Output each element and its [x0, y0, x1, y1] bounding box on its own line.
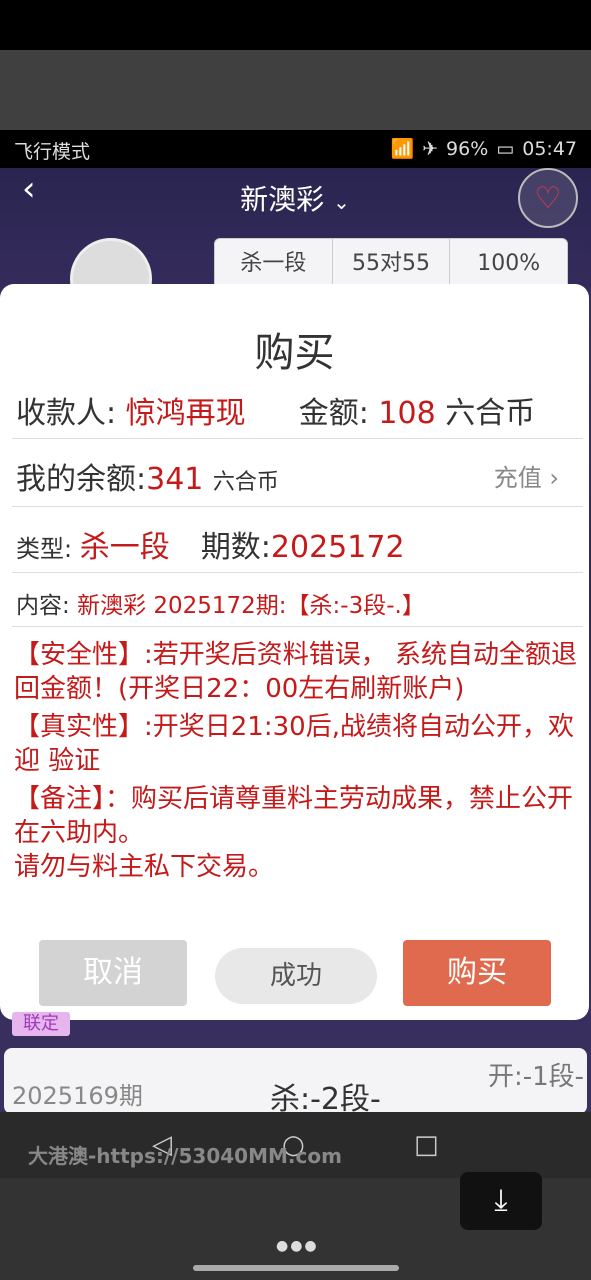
top-grey-band: [0, 50, 591, 130]
list-period: 2025169期: [12, 1082, 143, 1110]
dialog-title: 购买: [254, 330, 335, 376]
status-right: 📶 ✈ 96% ▭ 05:47: [390, 137, 577, 161]
period-value: 2025172: [270, 530, 405, 565]
page-indicator-dots: ●●●: [276, 1238, 319, 1254]
success-button[interactable]: 成功: [215, 948, 377, 1004]
app-title[interactable]: 新澳彩 ⌄: [190, 178, 400, 218]
divider: [12, 438, 583, 439]
notice-authenticity: 【真实性】:开奖日21:30后,战绩将自动公开，欢迎 验证: [14, 712, 574, 776]
battery-icon: ▭: [496, 137, 515, 160]
notice-safety: 【安全性】:若开奖后资料错误， 系统自动全额退回金额！(开奖日22：00左右刷新…: [14, 640, 578, 704]
amount-value: 108: [378, 396, 436, 431]
stat-item: 55对55: [333, 239, 451, 289]
divider: [12, 626, 583, 627]
heart-icon[interactable]: ♡: [518, 168, 578, 228]
buy-button[interactable]: 购买: [403, 940, 551, 1006]
top-black-bar: [0, 0, 591, 50]
list-item[interactable]: 2025169期 杀:-2段- 开:-1段-: [4, 1048, 587, 1114]
nav-recents-icon[interactable]: □: [414, 1130, 439, 1160]
battery-percent: 96%: [446, 137, 489, 160]
cancel-button[interactable]: 取消: [39, 940, 187, 1006]
content-value: 新澳彩 2025172期:【杀:-3段-.】: [77, 593, 425, 619]
type-label: 类型:: [16, 535, 80, 563]
notice-remark: 【备注】：购买后请尊重料主劳动成果，禁止公开在六助内。 请勿与料主私下交易。: [14, 784, 574, 882]
stats-bar: 杀一段 55对55 100%: [214, 238, 568, 290]
status-badge: 联定: [12, 1012, 70, 1036]
list-kill: 杀:-2段-: [270, 1082, 381, 1114]
airplane-mode-label: 飞行模式: [14, 141, 91, 163]
chevron-down-icon: ⌄: [333, 190, 350, 214]
amount-label: 金额:: [298, 396, 379, 431]
clock: 05:47: [522, 137, 577, 160]
content-label: 内容:: [16, 593, 78, 619]
stat-item: 杀一段: [215, 239, 333, 289]
divider: [12, 572, 583, 573]
divider: [12, 506, 583, 507]
status-bar: 飞行模式 📶 ✈ 96% ▭ 05:47: [0, 130, 591, 168]
purchase-dialog: 购买 收款人: 惊鸿再现 金额: 108 六合币 我的余额:341 六合币 充值…: [0, 284, 589, 1020]
type-value: 杀一段: [79, 530, 170, 565]
watermark-text: 大港澳-https://53040MM.com: [28, 1144, 342, 1168]
list-open: 开:-1段-: [488, 1062, 585, 1092]
chevron-left-icon[interactable]: ‹: [22, 172, 52, 208]
home-indicator[interactable]: [193, 1265, 399, 1271]
payee-value: 惊鸿再现: [125, 396, 246, 431]
stat-item: 100%: [477, 251, 541, 276]
balance-label: 我的余额:: [16, 462, 147, 497]
wifi-icon: 📶: [390, 138, 415, 160]
type-row: 类型: 杀一段 期数:2025172: [16, 522, 589, 566]
amount-unit: 六合币: [435, 396, 536, 431]
payee-label: 收款人:: [16, 396, 126, 431]
dialog-buttons: 取消 成功 购买: [0, 940, 589, 1010]
airplane-icon: ✈: [422, 137, 439, 160]
balance-unit: 六合币: [212, 470, 279, 495]
period-label: 期数:: [200, 530, 271, 565]
balance-value: 341: [146, 462, 204, 497]
payee-row: 收款人: 惊鸿再现 金额: 108 六合币: [16, 388, 589, 432]
notice-block: 【安全性】:若开奖后资料错误， 系统自动全额退回金额！(开奖日22：00左右刷新…: [14, 638, 579, 888]
download-icon[interactable]: ⤓: [460, 1172, 542, 1230]
recharge-link[interactable]: 充值 ›: [494, 458, 559, 493]
content-row: 内容: 新澳彩 2025172期:【杀:-3段-.】: [16, 586, 589, 620]
